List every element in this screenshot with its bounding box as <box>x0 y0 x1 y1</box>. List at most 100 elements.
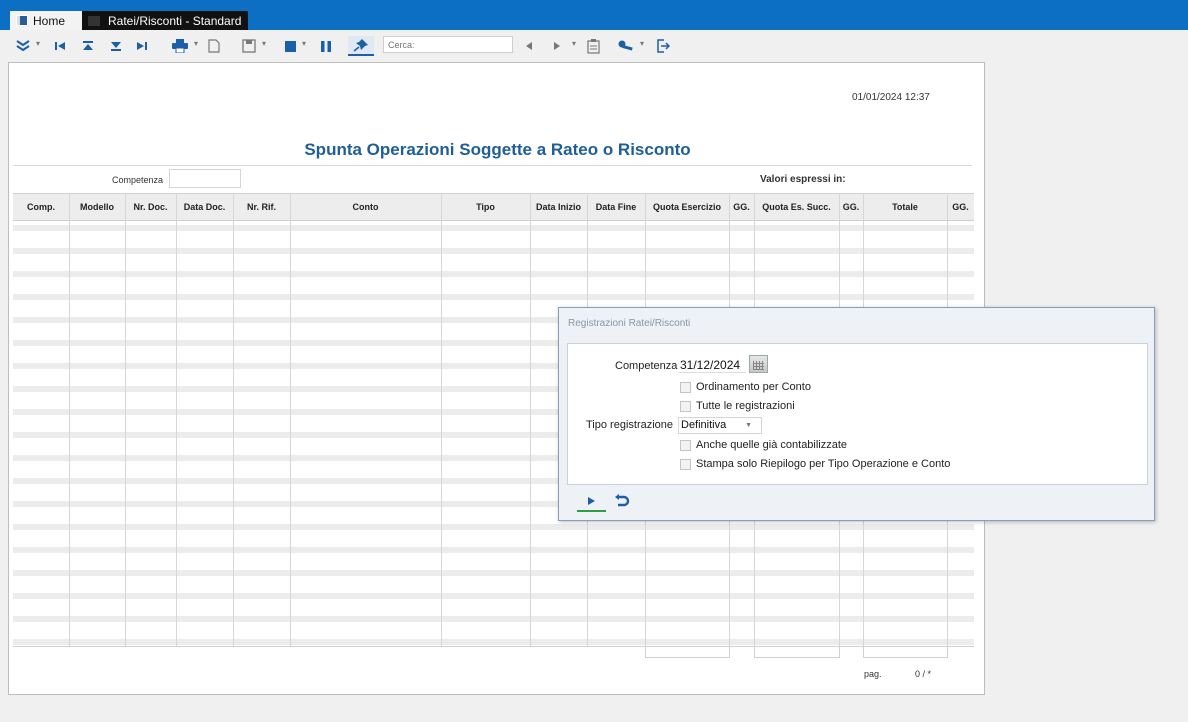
col-tipo: Tipo <box>476 202 495 212</box>
first-record-icon[interactable] <box>52 36 68 56</box>
col-data-fine: Data Fine <box>595 202 637 212</box>
tutte-label: Tutte le registrazioni <box>696 400 795 412</box>
document-icon <box>88 15 100 26</box>
stampa-checkbox-row[interactable]: Stampa solo Riepilogo per Tipo Operazion… <box>680 457 950 471</box>
col-quota-es-succ: Quota Es. Succ. <box>762 202 831 212</box>
expand-icon[interactable] <box>14 36 32 56</box>
col-quota-esercizio: Quota Esercizio <box>652 202 722 212</box>
print-dropdown-icon[interactable]: ▾ <box>194 39 198 48</box>
total-totale-box <box>863 646 948 658</box>
tipo-registrazione-value: Definitiva <box>681 419 727 431</box>
dialog-title: Registrazioni Ratei/Risconti <box>568 318 691 329</box>
col-data-doc: Data Doc. <box>183 202 226 212</box>
chevron-down-icon: ▼ <box>745 422 752 429</box>
print-icon[interactable] <box>170 36 190 56</box>
undo-button[interactable] <box>611 491 633 510</box>
grid-divider <box>290 193 291 646</box>
grid-divider <box>125 193 126 646</box>
tab-home[interactable]: Home <box>10 11 82 30</box>
tipo-registrazione-select[interactable]: Definitiva ▼ <box>678 417 762 434</box>
report-title: Spunta Operazioni Soggette a Rateo o Ris… <box>304 140 691 159</box>
exit-icon[interactable] <box>654 36 672 56</box>
prev-icon[interactable] <box>522 36 536 56</box>
app-tab-bar: Home Ratei/Risconti - Standard <box>0 0 1188 30</box>
ordinamento-checkbox[interactable] <box>680 381 691 393</box>
next-icon[interactable] <box>550 36 564 56</box>
page-icon[interactable] <box>206 36 222 56</box>
anche-checkbox[interactable] <box>680 439 691 451</box>
table-row <box>13 294 974 300</box>
run-button[interactable] <box>577 491 606 512</box>
total-quota-es-succ-box <box>754 646 840 658</box>
table-row <box>13 616 974 622</box>
page-number: 0 / * <box>915 669 932 679</box>
stampa-checkbox[interactable] <box>680 458 691 470</box>
grid-divider <box>530 193 531 646</box>
col-gg-2: GG. <box>842 202 860 212</box>
ordinamento-checkbox-row[interactable]: Ordinamento per Conto <box>680 380 811 394</box>
tab-document-label: Ratei/Risconti - Standard <box>108 13 242 28</box>
competenza-field <box>169 169 241 188</box>
grid-header: Comp. Modello Nr. Doc. Data Doc. Nr. Rif… <box>13 193 974 221</box>
col-gg-1: GG. <box>733 202 750 212</box>
grid-divider <box>176 193 177 646</box>
table-row <box>13 271 974 277</box>
stop-icon[interactable] <box>282 36 298 56</box>
col-conto: Conto <box>352 202 379 212</box>
pause-icon[interactable] <box>318 36 334 56</box>
table-row <box>13 225 974 231</box>
clipboard-icon[interactable] <box>584 36 602 56</box>
dialog-footer <box>567 485 1148 515</box>
expand-dropdown-icon[interactable]: ▾ <box>36 39 40 48</box>
table-row <box>13 248 974 254</box>
dialog-competenza-label: Competenza <box>615 360 678 372</box>
col-nr-doc: Nr. Doc. <box>133 202 168 212</box>
play-icon <box>588 496 595 505</box>
col-data-inizio: Data Inizio <box>535 202 581 212</box>
save-dropdown-icon[interactable]: ▾ <box>262 39 266 48</box>
competenza-date-field[interactable]: 31/12/2024 <box>678 357 746 373</box>
valori-espressi-label: Valori espressi in: <box>760 174 846 185</box>
tipo-registrazione-label: Tipo registrazione <box>586 419 674 431</box>
last-record-icon[interactable] <box>134 36 150 56</box>
tab-home-label: Home <box>33 13 66 28</box>
move-top-icon[interactable] <box>80 36 96 56</box>
tab-ratei-risconti[interactable]: Ratei/Risconti - Standard <box>82 11 248 30</box>
competenza-label: Competenza <box>112 175 164 185</box>
grid-divider <box>441 193 442 646</box>
tutte-checkbox[interactable] <box>680 400 691 412</box>
stampa-label: Stampa solo Riepilogo per Tipo Operazion… <box>696 458 951 470</box>
pin-icon[interactable] <box>348 36 374 56</box>
wrench-icon[interactable] <box>616 36 636 56</box>
table-row <box>13 570 974 576</box>
move-bottom-icon[interactable] <box>108 36 124 56</box>
page-label: pag. <box>864 669 882 679</box>
grid-divider <box>69 193 70 646</box>
tutte-checkbox-row[interactable]: Tutte le registrazioni <box>680 399 795 413</box>
dialog-body: Competenza 31/12/2024 Ordinamento per Co… <box>567 343 1148 485</box>
col-modello: Modello <box>80 202 114 212</box>
wrench-dropdown-icon[interactable]: ▾ <box>640 39 644 48</box>
col-comp: Comp. <box>27 202 55 212</box>
table-row <box>13 639 974 645</box>
col-gg-3: GG. <box>952 202 969 212</box>
toolbar: ▾ ▾ ▾ ▾ ▾ ▾ <box>0 30 1188 62</box>
search-input[interactable] <box>384 37 512 52</box>
col-totale: Totale <box>892 202 918 212</box>
calendar-icon[interactable] <box>749 355 768 373</box>
undo-icon <box>615 493 630 506</box>
save-icon[interactable] <box>240 36 258 56</box>
table-row <box>13 547 974 553</box>
anche-label: Anche quelle già contabilizzate <box>696 439 848 451</box>
home-icon <box>16 15 28 26</box>
total-quota-esercizio-box <box>645 646 730 658</box>
title-divider <box>13 165 972 166</box>
grid-divider <box>233 193 234 646</box>
table-row <box>13 524 974 530</box>
next-dropdown-icon[interactable]: ▾ <box>572 39 576 48</box>
registrazioni-dialog: Registrazioni Ratei/Risconti Competenza … <box>558 307 1155 521</box>
stop-dropdown-icon[interactable]: ▾ <box>302 39 306 48</box>
report-timestamp: 01/01/2024 12:37 <box>852 92 930 103</box>
search-box[interactable] <box>383 36 513 53</box>
anche-checkbox-row[interactable]: Anche quelle già contabilizzate <box>680 438 847 452</box>
